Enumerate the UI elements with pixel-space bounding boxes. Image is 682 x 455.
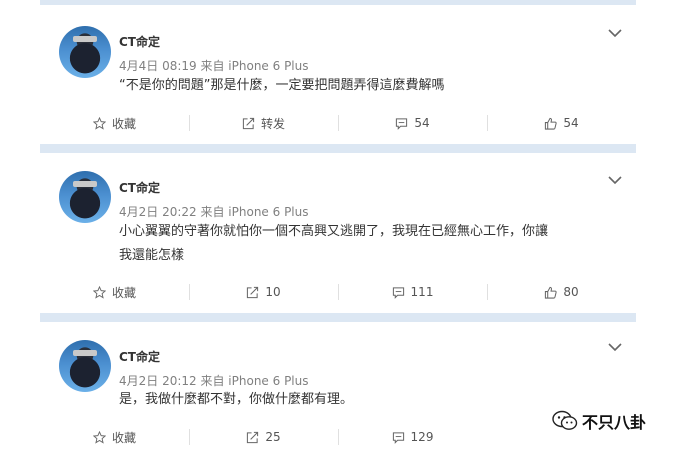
favorite-label: 收藏: [111, 116, 136, 131]
repost-count: 25: [265, 430, 281, 444]
watermark-text: 不只八卦: [582, 413, 647, 432]
share-icon: [247, 431, 259, 443]
repost-button[interactable]: 25: [189, 422, 338, 452]
comment-count: 111: [410, 285, 434, 299]
comment-count: 54: [414, 116, 430, 130]
favorite-label: 收藏: [111, 285, 136, 300]
repost-label: 转发: [260, 116, 285, 131]
post-time-source[interactable]: 4月2日 20:12 来自 iPhone 6 Plus: [119, 372, 309, 389]
comment-icon: [392, 431, 404, 444]
comment-count: 129: [410, 430, 434, 444]
action-bar: 收藏 转发 54 54: [40, 108, 636, 138]
share-icon: [242, 117, 255, 129]
action-bar: 收藏 25 129: [40, 422, 636, 452]
comment-icon: [392, 286, 404, 299]
chevron-down-icon[interactable]: [608, 28, 622, 38]
star-icon: [92, 285, 106, 299]
watermark: 不只八卦: [552, 409, 646, 433]
chevron-down-icon[interactable]: [608, 342, 622, 352]
post-separator: [40, 313, 636, 322]
favorite-button[interactable]: 收藏: [40, 422, 189, 452]
thumbs-up-icon: [545, 117, 557, 130]
comment-icon: [396, 117, 408, 130]
post-time-source[interactable]: 4月2日 20:22 来自 iPhone 6 Plus: [119, 203, 309, 220]
post-text: 是，我做什麼都不對，你做什麼都有理。: [119, 392, 354, 407]
favorite-button[interactable]: 收藏: [40, 277, 189, 307]
post-time-source[interactable]: 4月4日 08:19 来自 iPhone 6 Plus: [119, 57, 309, 74]
favorite-label: 收藏: [111, 430, 136, 445]
post-author[interactable]: CT命定: [119, 348, 160, 365]
comment-button[interactable]: 111: [338, 277, 487, 307]
action-bar: 收藏 10 111 80: [40, 277, 636, 307]
avatar[interactable]: [59, 340, 111, 392]
avatar[interactable]: [59, 26, 111, 78]
post-author[interactable]: CT命定: [119, 179, 160, 196]
wechat-icon: [552, 410, 578, 430]
repost-button[interactable]: 转发: [189, 108, 338, 138]
thumbs-up-icon: [545, 286, 557, 299]
like-count: 54: [563, 116, 579, 130]
like-count: 80: [563, 285, 579, 299]
star-icon: [92, 116, 106, 130]
avatar[interactable]: [59, 171, 111, 223]
post-text: 小心翼翼的守著你就怕你一個不高興又逃開了，我現在已經無心工作，你讓我還能怎樣: [119, 224, 549, 263]
like-button[interactable]: 80: [487, 277, 636, 307]
comment-button[interactable]: 129: [338, 422, 487, 452]
chevron-down-icon[interactable]: [608, 175, 622, 185]
repost-count: 10: [265, 285, 281, 299]
repost-button[interactable]: 10: [189, 277, 338, 307]
like-button[interactable]: 54: [487, 108, 636, 138]
favorite-button[interactable]: 收藏: [40, 108, 189, 138]
post-separator: [40, 144, 636, 153]
comment-button[interactable]: 54: [338, 108, 487, 138]
share-icon: [247, 286, 259, 298]
star-icon: [92, 430, 106, 444]
post-text: “不是你的問題”那是什麼，一定要把問題弄得這麼費解嗎: [119, 78, 445, 93]
post-author[interactable]: CT命定: [119, 33, 160, 50]
